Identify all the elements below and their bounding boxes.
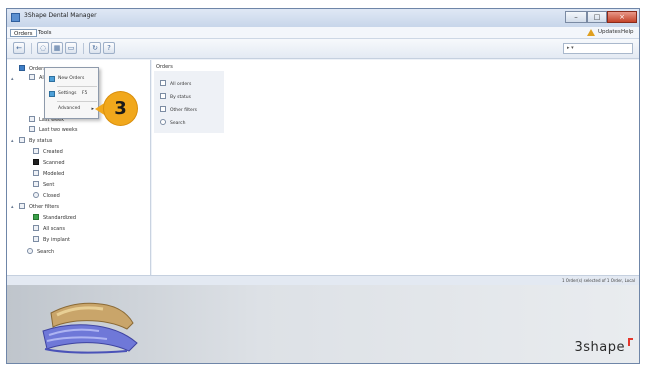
- tree-item-other-filters[interactable]: Other filters: [19, 203, 59, 211]
- open-order-button[interactable]: ▦: [51, 42, 63, 54]
- minimize-button[interactable]: –: [565, 11, 587, 23]
- tree-item-by-status[interactable]: By status: [19, 137, 52, 145]
- menu-tools[interactable]: Tools: [35, 29, 55, 37]
- menu-help[interactable]: Help: [621, 29, 634, 35]
- search-icon: [27, 248, 33, 254]
- expand-icon[interactable]: ▴: [11, 76, 14, 82]
- brand-mark-icon: [628, 338, 633, 346]
- closed-icon: [33, 192, 39, 198]
- settings-icon: [49, 91, 55, 97]
- step-badge: 3: [104, 92, 137, 125]
- tree-item-all-scans[interactable]: All scans: [33, 225, 65, 233]
- new-icon: [49, 76, 55, 82]
- content-item-other-filters[interactable]: Other filters: [160, 106, 197, 114]
- modeled-icon: [33, 170, 39, 176]
- tree-item-search[interactable]: Search: [27, 248, 54, 256]
- print-button[interactable]: ▭: [65, 42, 77, 54]
- context-item-settings[interactable]: Settings F5: [48, 89, 97, 99]
- back-button[interactable]: ←: [13, 42, 25, 54]
- context-menu: New Orders Settings F5 Advanced ▸: [44, 67, 99, 119]
- tree-item-by-implant[interactable]: By implant: [33, 236, 70, 244]
- content-item-all-orders[interactable]: All orders: [160, 80, 191, 88]
- context-separator: [57, 86, 97, 87]
- context-item-new-orders[interactable]: New Orders: [48, 74, 97, 84]
- title-bar: 3Shape Dental Manager – □ ×: [7, 9, 639, 27]
- created-icon: [33, 148, 39, 154]
- orders-icon: [19, 65, 25, 71]
- brand-banner: 3shape: [7, 285, 639, 363]
- list-icon: [29, 74, 35, 80]
- status-icon: [160, 93, 166, 99]
- menu-orders[interactable]: Orders: [10, 29, 37, 37]
- list-icon: [33, 225, 39, 231]
- search-input[interactable]: ▸ ▾: [563, 43, 633, 54]
- expand-icon[interactable]: ▴: [11, 138, 14, 144]
- chevron-right-icon: ▸: [91, 106, 94, 112]
- content-item-by-status[interactable]: By status: [160, 93, 191, 101]
- window-title: 3Shape Dental Manager: [24, 12, 97, 19]
- orders-icon: [160, 80, 166, 86]
- search-icon: [160, 119, 166, 125]
- warning-icon[interactable]: [587, 29, 595, 36]
- tree-item-modeled[interactable]: Modeled: [33, 170, 64, 178]
- content-panel: All orders By status Other filters Searc…: [154, 71, 224, 133]
- tree-item-closed[interactable]: Closed: [33, 192, 60, 200]
- new-order-button[interactable]: ◌: [37, 42, 49, 54]
- menu-bar: Orders Tools Updates Help: [7, 27, 639, 39]
- content-pane: Orders All orders By status Other filter…: [152, 60, 639, 275]
- status-icon: [19, 137, 25, 143]
- standard-icon: [33, 214, 39, 220]
- context-separator: [57, 101, 97, 102]
- brand-logo: 3shape: [574, 340, 625, 355]
- context-item-advanced[interactable]: Advanced ▸: [48, 104, 97, 114]
- dental-scan-image: [42, 302, 138, 354]
- menu-updates[interactable]: Updates: [598, 29, 621, 35]
- list-icon: [29, 126, 35, 132]
- maximize-button[interactable]: □: [587, 11, 607, 23]
- tree-item-last-two-weeks[interactable]: Last two weeks: [29, 126, 77, 134]
- list-icon: [33, 236, 39, 242]
- tree-item-created[interactable]: Created: [33, 148, 63, 156]
- close-button[interactable]: ×: [607, 11, 637, 23]
- toolbar-separator: [31, 43, 32, 54]
- content-header: Orders: [156, 64, 173, 70]
- tree-item-standardized[interactable]: Standardized: [33, 214, 76, 222]
- list-icon: [29, 116, 35, 122]
- toolbar: ← ◌ ▦ ▭ ↻ ? ▸ ▾: [7, 39, 639, 59]
- tree-item-sent[interactable]: Sent: [33, 181, 54, 189]
- status-bar: 1 Order(s) selected of 1 Order, Local: [7, 275, 639, 285]
- tree-item-scanned[interactable]: Scanned: [33, 159, 65, 167]
- help-button[interactable]: ?: [103, 42, 115, 54]
- filter-icon: [19, 203, 25, 209]
- tree-item-orders[interactable]: Orders: [19, 65, 46, 73]
- status-text: 1 Order(s) selected of 1 Order, Local: [561, 278, 635, 283]
- refresh-button[interactable]: ↻: [89, 42, 101, 54]
- app-icon: [11, 13, 20, 22]
- toolbar-separator: [83, 43, 84, 54]
- scanned-icon: [33, 159, 39, 165]
- filter-icon: [160, 106, 166, 112]
- content-item-search[interactable]: Search: [160, 119, 185, 127]
- expand-icon[interactable]: ▴: [11, 204, 14, 210]
- app-window: 3Shape Dental Manager – □ × Orders Tools…: [6, 8, 640, 364]
- sent-icon: [33, 181, 39, 187]
